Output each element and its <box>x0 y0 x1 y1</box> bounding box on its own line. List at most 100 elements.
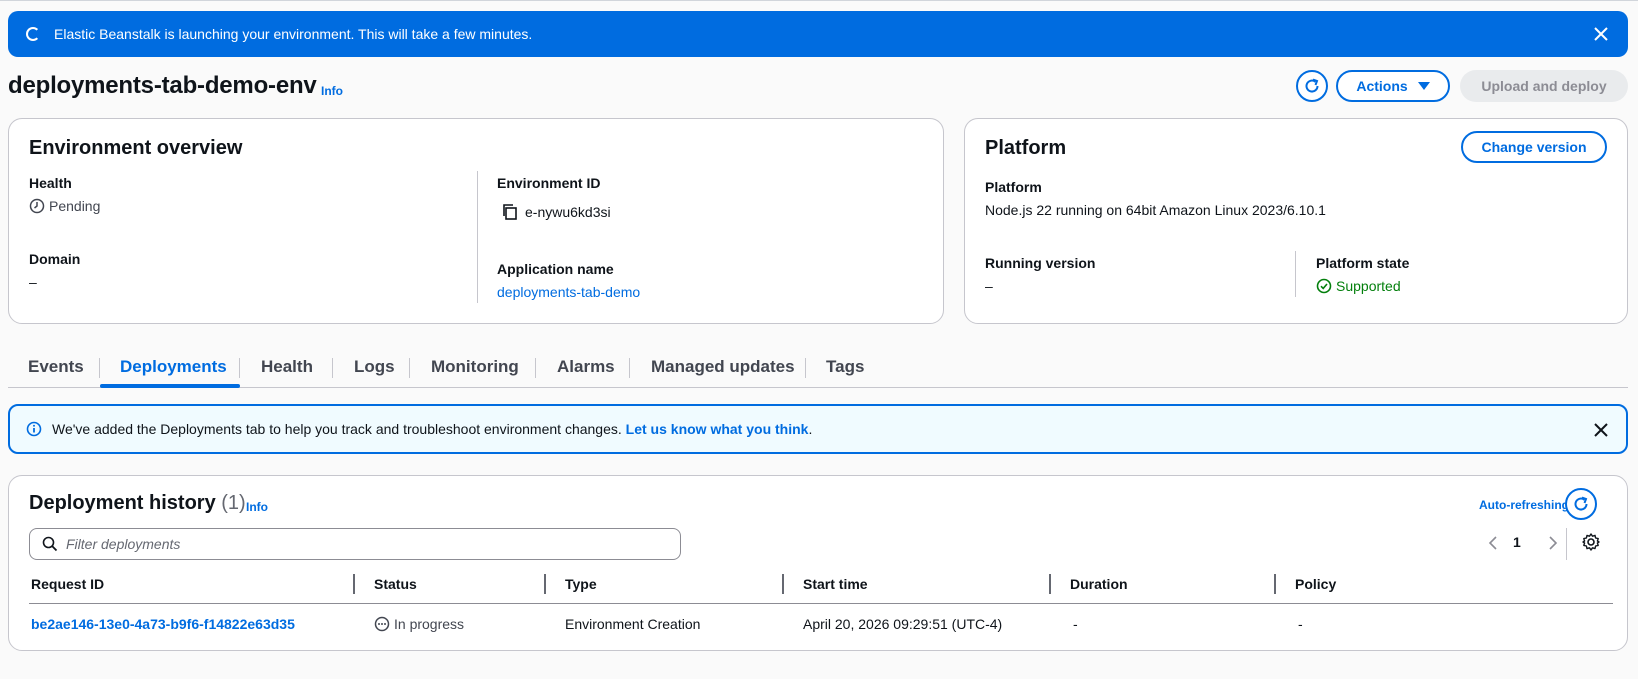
history-info-link[interactable]: Info <box>246 500 268 514</box>
feedback-link[interactable]: Let us know what you think <box>626 421 809 437</box>
status-in-progress-icon <box>374 616 390 632</box>
column-resizer[interactable] <box>1274 574 1276 594</box>
page-info-link[interactable]: Info <box>321 84 343 98</box>
column-divider <box>477 171 478 303</box>
caret-down-icon <box>1417 82 1430 90</box>
platform-card: Platform Change version Platform Node.js… <box>964 118 1628 324</box>
flash-banner: Elastic Beanstalk is launching your envi… <box>8 11 1628 57</box>
column-header-start-time[interactable]: Start time <box>803 576 868 592</box>
tab-events[interactable]: Events <box>28 346 84 388</box>
platform-state-value: Supported <box>1316 278 1401 294</box>
application-name-link[interactable]: deployments-tab-demo <box>497 284 640 300</box>
column-header-status[interactable]: Status <box>374 576 417 592</box>
check-circle-icon <box>1316 278 1332 294</box>
chevron-left-icon[interactable] <box>1485 534 1501 552</box>
close-icon[interactable] <box>1590 23 1612 45</box>
tab-logs[interactable]: Logs <box>354 346 395 388</box>
tab-monitoring[interactable]: Monitoring <box>431 346 519 388</box>
refresh-icon <box>1574 496 1588 511</box>
column-resizer[interactable] <box>782 574 784 594</box>
gear-icon[interactable] <box>1581 532 1601 552</box>
column-header-request-id[interactable]: Request ID <box>31 576 104 592</box>
top-divider <box>0 0 1638 1</box>
environment-id-value: e-nywu6kd3si <box>501 203 611 221</box>
environment-id-label: Environment ID <box>497 175 601 191</box>
request-id-link[interactable]: be2ae146-13e0-4a73-b9f6-f14822e63d35 <box>31 616 295 632</box>
application-name-label: Application name <box>497 261 614 277</box>
type-cell: Environment Creation <box>565 616 701 632</box>
column-resizer[interactable] <box>353 574 355 594</box>
environment-id-text: e-nywu6kd3si <box>525 204 611 220</box>
active-tab-indicator <box>100 384 240 388</box>
change-version-button[interactable]: Change version <box>1461 131 1607 163</box>
history-count: (1) <box>221 492 246 514</box>
pagination-divider <box>1566 528 1567 560</box>
actions-button[interactable]: Actions <box>1336 70 1450 102</box>
start-time-cell: April 20, 2026 09:29:51 (UTC-4) <box>803 616 1003 632</box>
tab-separator <box>409 358 410 378</box>
tab-health[interactable]: Health <box>261 346 313 388</box>
chevron-right-icon[interactable] <box>1545 534 1561 552</box>
tab-deployments[interactable]: Deployments <box>120 346 227 388</box>
tab-tags[interactable]: Tags <box>826 346 864 388</box>
column-resizer[interactable] <box>544 574 546 594</box>
domain-value: – <box>29 274 37 290</box>
health-status-text: Pending <box>49 198 101 214</box>
status-cell: In progress <box>374 616 464 632</box>
upload-and-deploy-button[interactable]: Upload and deploy <box>1460 70 1628 102</box>
environment-overview-card: Environment overview Health Pending Doma… <box>8 118 944 324</box>
close-icon[interactable] <box>1590 419 1612 441</box>
actions-label: Actions <box>1356 78 1408 94</box>
info-alert: We've added the Deployments tab to help … <box>8 404 1628 454</box>
platform-value: Node.js 22 running on 64bit Amazon Linux… <box>985 202 1326 218</box>
platform-state-label: Platform state <box>1316 255 1410 271</box>
refresh-icon <box>1305 78 1319 93</box>
column-header-policy[interactable]: Policy <box>1295 576 1336 592</box>
spinner-icon <box>26 27 40 41</box>
platform-label: Platform <box>985 179 1042 195</box>
column-header-duration[interactable]: Duration <box>1070 576 1128 592</box>
tab-managed-updates[interactable]: Managed updates <box>651 346 795 388</box>
tab-separator <box>239 358 240 378</box>
platform-title: Platform <box>985 137 1067 159</box>
running-version-label: Running version <box>985 255 1096 271</box>
overview-title: Environment overview <box>29 137 243 159</box>
status-text: In progress <box>394 616 465 632</box>
column-resizer[interactable] <box>1049 574 1051 594</box>
platform-state-text: Supported <box>1336 278 1401 294</box>
tab-separator <box>332 358 333 378</box>
policy-cell: - <box>1298 616 1303 632</box>
column-header-type[interactable]: Type <box>565 576 597 592</box>
refresh-button[interactable] <box>1296 70 1328 102</box>
environment-tabs: Events Deployments Health Logs Monitorin… <box>8 346 1628 388</box>
alert-text: We've added the Deployments tab to help … <box>52 421 622 437</box>
page-title: deployments-tab-demo-env <box>8 72 317 99</box>
platform-column-divider <box>1295 251 1296 297</box>
auto-refreshing-label: Auto-refreshing <box>1479 498 1569 512</box>
page-number[interactable]: 1 <box>1513 534 1521 550</box>
tab-alarms[interactable]: Alarms <box>557 346 615 388</box>
duration-cell: - <box>1073 616 1078 632</box>
clock-icon <box>29 198 45 214</box>
history-refresh-button[interactable] <box>1565 488 1597 520</box>
tab-separator <box>629 358 630 378</box>
alert-suffix: . <box>808 421 813 437</box>
deployment-history-card: Deployment history (1) Info Auto-refresh… <box>8 475 1628 651</box>
running-version-value: – <box>985 278 993 294</box>
health-value: Pending <box>29 198 100 214</box>
filter-deployments-field[interactable] <box>29 528 681 560</box>
health-label: Health <box>29 175 72 191</box>
history-title-text: Deployment history <box>29 492 216 514</box>
search-icon <box>42 536 58 552</box>
tab-separator <box>535 358 536 378</box>
copy-icon[interactable] <box>501 203 519 221</box>
tab-separator <box>99 358 100 378</box>
filter-deployments-input[interactable] <box>66 536 646 552</box>
tab-separator <box>805 358 806 378</box>
domain-label: Domain <box>29 251 81 267</box>
alert-message: We've added the Deployments tab to help … <box>52 421 812 437</box>
table-header-divider <box>29 603 1613 604</box>
deployment-history-title: Deployment history (1) <box>29 492 246 515</box>
flash-message: Elastic Beanstalk is launching your envi… <box>54 26 533 42</box>
info-icon <box>26 421 42 437</box>
